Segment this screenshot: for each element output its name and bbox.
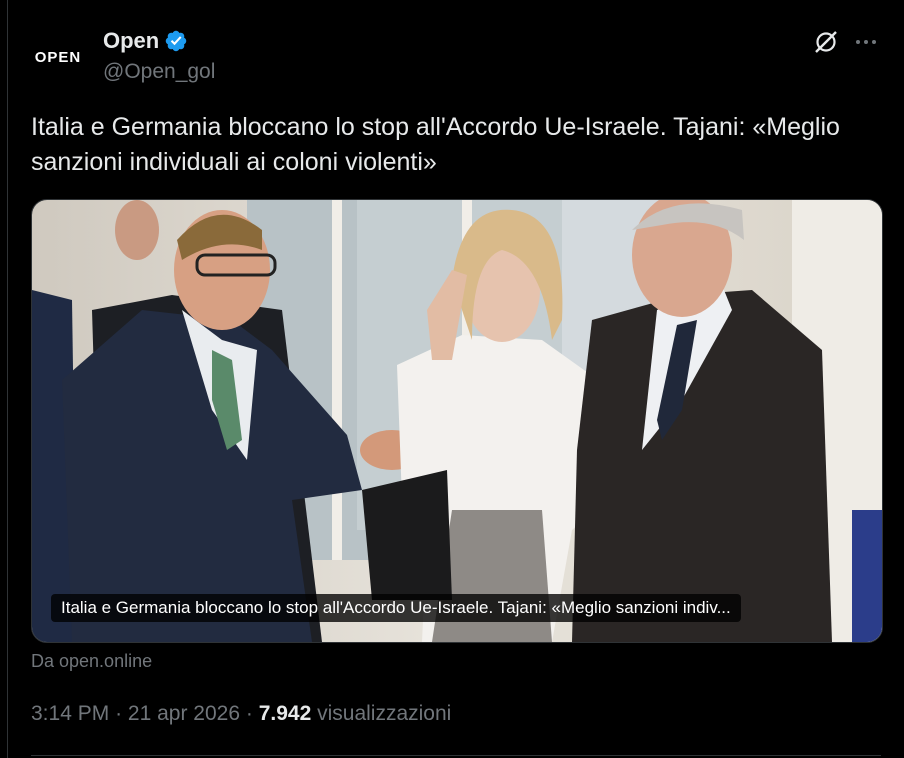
media-caption: Italia e Germania bloccano lo stop all'A… (51, 594, 741, 622)
grok-icon[interactable] (812, 28, 840, 56)
author-name-row: Open (103, 28, 188, 54)
meta-separator: · (245, 702, 253, 725)
author-display-name[interactable]: Open (103, 28, 159, 54)
news-photo (32, 200, 882, 642)
more-options-icon[interactable] (853, 30, 879, 54)
left-border (7, 0, 8, 758)
divider (31, 755, 881, 756)
views-label: visualizzazioni (317, 702, 452, 725)
tweet-time[interactable]: 3:14 PM (31, 702, 109, 725)
avatar[interactable]: OPEN (32, 38, 84, 76)
tweet-meta: 3:14 PM · 21 apr 2026 · 7.942 visualizza… (31, 702, 451, 726)
avatar-logo-text: OPEN (34, 48, 82, 66)
views-count[interactable]: 7.942 (259, 702, 312, 725)
meta-separator: · (115, 702, 123, 725)
verified-badge-icon[interactable] (164, 29, 188, 53)
tweet-text: Italia e Germania bloccano lo stop all'A… (31, 113, 840, 176)
link-source[interactable]: Da open.online (31, 651, 152, 672)
tweet-date[interactable]: 21 apr 2026 (128, 702, 240, 725)
link-card-media[interactable]: Italia e Germania bloccano lo stop all'A… (31, 199, 883, 643)
author-handle[interactable]: @Open_gol (103, 60, 215, 84)
